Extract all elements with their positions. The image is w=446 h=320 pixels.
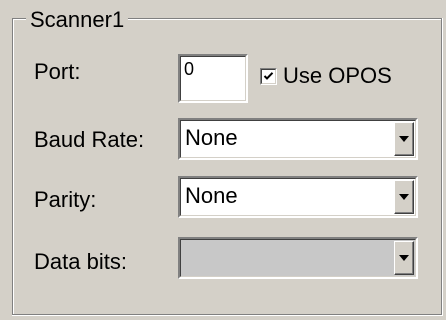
parity-dropdown-button[interactable] (394, 180, 414, 214)
parity-field: None (180, 178, 416, 216)
chevron-down-icon (399, 136, 409, 142)
data-bits-label: Data bits: (34, 249, 127, 274)
checkbox-box (261, 69, 276, 84)
data-bits-dropdown-button[interactable] (394, 241, 414, 275)
check-icon (263, 72, 274, 80)
baud-rate-value: None (185, 125, 238, 150)
data-bits-select[interactable] (178, 237, 418, 279)
port-input[interactable]: 0 (178, 54, 248, 103)
groupbox-border (13, 19, 14, 315)
use-opos-label[interactable]: Use OPOS (283, 62, 392, 90)
baud-rate-select[interactable]: None (178, 118, 418, 160)
baud-rate-field: None (180, 120, 416, 158)
groupbox-title: Scanner1 (26, 6, 129, 34)
port-input-field: 0 (180, 56, 246, 101)
use-opos-checkbox[interactable] (260, 68, 277, 85)
parity-value: None (185, 183, 238, 208)
parity-select[interactable]: None (178, 176, 418, 218)
baud-rate-dropdown-button[interactable] (394, 122, 414, 156)
groupbox-border (442, 18, 443, 316)
chevron-down-icon (399, 194, 409, 200)
groupbox-border (12, 315, 443, 316)
chevron-down-icon (399, 255, 409, 261)
data-bits-field (180, 239, 416, 277)
baud-rate-label: Baud Rate: (34, 127, 145, 152)
port-label: Port: (34, 59, 81, 84)
parity-label: Parity: (34, 187, 97, 212)
port-value: 0 (184, 59, 195, 79)
